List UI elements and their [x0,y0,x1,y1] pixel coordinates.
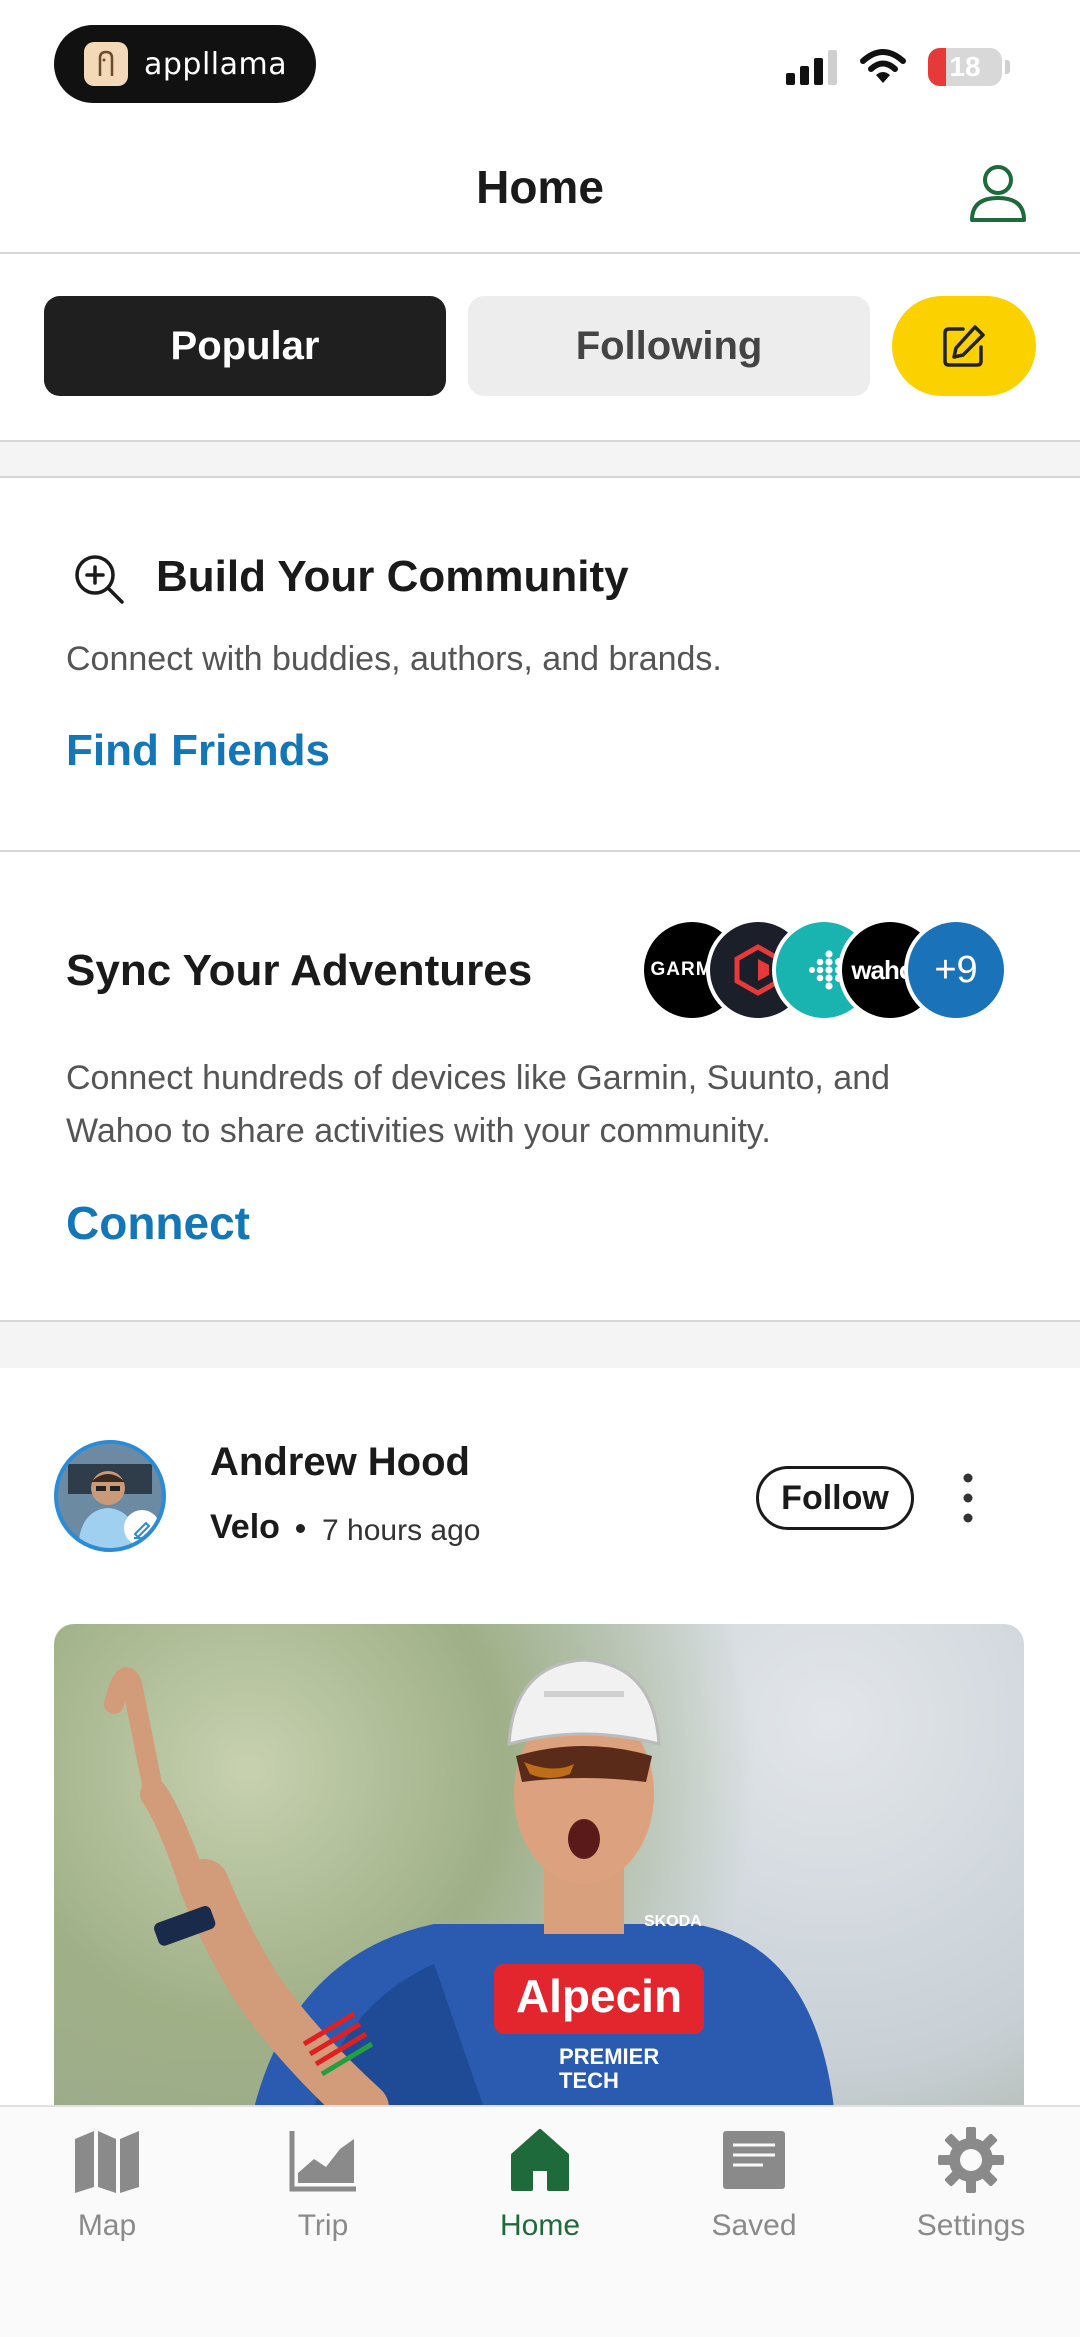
post-timestamp: 7 hours ago [322,1514,481,1547]
map-icon [75,2131,139,2193]
community-title: Build Your Community [156,552,629,601]
gear-icon [938,2127,1004,2193]
svg-text:TECH: TECH [559,2068,619,2093]
post-source[interactable]: Velo [210,1508,280,1547]
community-subtitle: Connect with buddies, authors, and brand… [66,640,722,678]
nav-label: Saved [711,2209,797,2242]
more-brands-count: +9 [904,918,1008,1022]
build-community-card: Build Your Community Connect with buddie… [0,478,1080,852]
edit-icon [943,325,985,367]
nav-label: Home [499,2209,581,2242]
signal-icon [786,50,837,85]
nav-label: Trip [297,2209,349,2242]
battery-indicator: 18 [928,48,1010,86]
nav-trip[interactable]: Trip [233,2125,413,2265]
sync-subtitle: Connect hundreds of devices like Garmin,… [66,1059,891,1150]
status-icons: 18 [786,48,1010,86]
app-name: appllama [144,46,288,82]
nav-label: Map [77,2209,137,2242]
bottom-navigation: Map Trip Home Saved Settings [0,2105,1080,2337]
sync-title: Sync Your Adventures [66,946,533,995]
nav-label: Settings [916,2209,1026,2242]
avatar[interactable] [54,1440,166,1552]
feed-tabs: Popular Following [0,254,1080,442]
tab-following[interactable]: Following [468,296,870,396]
post-image[interactable]: Alpecin PREMIER TECH SKODA [54,1624,1024,2108]
wifi-icon [860,49,906,83]
section-divider [0,1322,1080,1368]
battery-icon: 18 [928,48,1002,86]
battery-level: 18 [949,51,981,82]
tab-popular[interactable]: Popular [44,296,446,396]
svg-text:SKODA: SKODA [644,1913,702,1930]
home-icon [511,2129,569,2191]
svg-text:PREMIER: PREMIER [559,2044,659,2069]
verified-badge-icon [124,1510,160,1546]
profile-icon[interactable] [966,160,1030,224]
nav-saved[interactable]: Saved [664,2125,844,2265]
status-bar: appllama 18 [0,0,1080,130]
app-badge[interactable]: appllama [54,25,316,103]
saved-document-icon [723,2131,785,2189]
llama-logo-icon [84,42,128,86]
device-brands: GARMIN wahoo +9 [640,918,1020,1030]
sync-adventures-card: Sync Your Adventures GARMIN wahoo +9 Con… [0,852,1080,1322]
top-header: Home [0,130,1080,254]
svg-text:Alpecin: Alpecin [516,1970,682,2022]
find-friends-link[interactable]: Find Friends [66,726,330,776]
nav-home[interactable]: Home [450,2125,630,2265]
zoom-add-icon [75,555,124,604]
follow-button[interactable]: Follow [756,1466,914,1530]
compose-button[interactable] [892,296,1036,396]
more-options-icon[interactable] [956,1468,980,1528]
feed-post: Andrew Hood Velo 7 hours ago Follow Alpe… [0,1368,1080,2108]
connect-link[interactable]: Connect [66,1196,250,1250]
nav-settings[interactable]: Settings [881,2125,1061,2265]
post-author[interactable]: Andrew Hood [210,1440,470,1485]
page-title: Home [476,161,604,213]
section-divider [0,442,1080,478]
elevation-chart-icon [289,2131,356,2192]
nav-map[interactable]: Map [17,2125,197,2265]
separator-dot [296,1524,305,1533]
